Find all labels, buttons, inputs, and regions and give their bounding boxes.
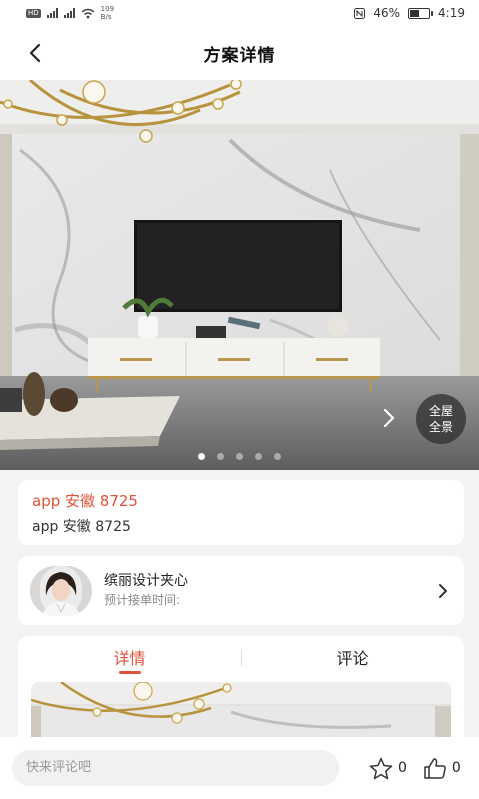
plan-title: app 安徽 8725 (32, 492, 138, 510)
panorama-label: 全屋 全景 (428, 404, 453, 434)
favorite-count: 0 (398, 760, 407, 776)
tab-details[interactable]: 详情 (18, 636, 241, 678)
network-speed: 109 B/s (100, 5, 115, 21)
hd-badge: HD (26, 8, 41, 18)
designer-name: 缤丽设计夹心 (104, 573, 188, 589)
panorama-button[interactable]: 全屋 全景 (416, 394, 466, 444)
designer-eta: 预计接单时间: (104, 593, 181, 607)
status-left: HD 109 B/s (26, 5, 114, 21)
like-count: 0 (451, 760, 461, 776)
nav-header: 方案详情 (0, 26, 479, 80)
page-title: 方案详情 (203, 45, 276, 66)
like-button[interactable]: 0 (423, 757, 461, 780)
designer-card[interactable]: 缤丽设计夹心 预计接单时间: (18, 556, 464, 625)
avatar (30, 565, 92, 616)
chevron-right-icon (439, 583, 447, 598)
living-room-render-image (0, 80, 479, 470)
signal-2-icon (63, 8, 75, 18)
back-button[interactable] (22, 40, 48, 66)
carousel-indicator (0, 453, 479, 460)
tab-comments-label: 评论 (336, 649, 369, 668)
plan-subtitle: app 安徽 8725 (32, 519, 131, 535)
carousel-dot[interactable] (217, 453, 224, 460)
signal-icon (46, 8, 58, 18)
chevron-right-icon[interactable] (381, 406, 397, 430)
carousel-dot[interactable] (255, 453, 262, 460)
designer-info: 缤丽设计夹心 预计接单时间: (104, 572, 436, 609)
favorite-button[interactable]: 0 (369, 757, 407, 780)
tab-bar: 详情 评论 (18, 636, 464, 678)
plan-title-card: app 安徽 8725 app 安徽 8725 (18, 480, 464, 545)
status-bar: HD 109 B/s 46% 4:19 (0, 0, 479, 26)
battery-icon (408, 7, 434, 19)
carousel-dot[interactable] (236, 453, 243, 460)
thumbs-up-icon (424, 757, 446, 779)
battery-percent: 46% (373, 6, 401, 20)
clock: 4:19 (438, 6, 465, 20)
wifi-icon (81, 8, 95, 18)
comment-input[interactable]: 快来评论吧 (12, 750, 339, 786)
hero-carousel[interactable]: 全屋 全景 (0, 80, 479, 470)
detail-card: 详情 评论 (18, 636, 464, 746)
tab-active-indicator (118, 671, 141, 674)
tab-comments[interactable]: 评论 (241, 636, 464, 678)
status-right: 46% 4:19 (354, 6, 465, 20)
tab-details-label: 详情 (113, 649, 146, 668)
carousel-dot[interactable] (274, 453, 281, 460)
carousel-dot[interactable] (198, 453, 205, 460)
star-icon (369, 757, 393, 779)
nfc-icon (354, 7, 366, 19)
chevron-left-icon (29, 43, 41, 63)
bottom-action-bar: 快来评论吧 0 0 (0, 737, 479, 799)
